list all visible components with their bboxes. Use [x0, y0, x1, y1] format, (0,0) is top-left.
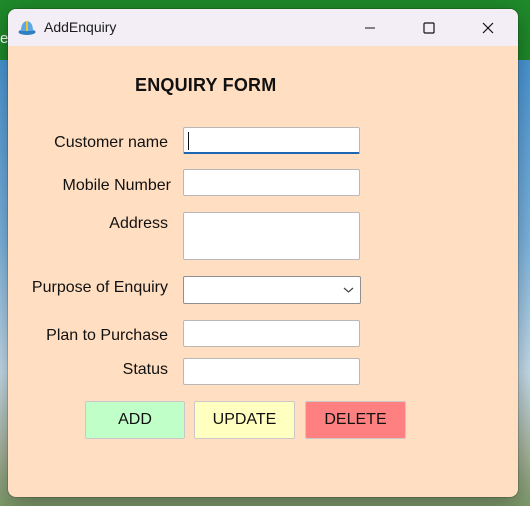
customer-name-input[interactable]: [183, 127, 360, 154]
app-hat-icon: [18, 18, 36, 36]
address-textarea[interactable]: [183, 212, 360, 260]
plan-to-purchase-label: Plan to Purchase: [46, 327, 168, 344]
close-button[interactable]: [465, 9, 511, 46]
mobile-number-label: Mobile Number: [62, 177, 171, 194]
purpose-dropdown[interactable]: [183, 276, 361, 304]
maximize-button[interactable]: [406, 9, 452, 46]
update-button[interactable]: UPDATE: [194, 401, 295, 439]
customer-name-label: Customer name: [54, 134, 168, 151]
purpose-label: Purpose of Enquiry: [31, 279, 168, 296]
title-bar[interactable]: AddEnquiry: [8, 9, 518, 46]
form-title: ENQUIRY FORM: [135, 75, 277, 95]
window-title: AddEnquiry: [44, 19, 117, 35]
delete-button[interactable]: DELETE: [305, 401, 406, 439]
plan-to-purchase-input[interactable]: [183, 320, 360, 347]
address-label: Address: [109, 215, 168, 232]
close-icon: [482, 22, 494, 33]
minimize-icon: [365, 27, 375, 28]
add-enquiry-window: AddEnquiry ENQUIRY FORM Customer name Mo…: [8, 9, 518, 497]
chevron-down-icon: [343, 287, 354, 293]
mobile-number-input[interactable]: [183, 169, 360, 196]
add-button[interactable]: ADD: [85, 401, 185, 439]
status-label: Status: [122, 361, 168, 378]
minimize-button[interactable]: [347, 9, 393, 46]
status-input[interactable]: [183, 358, 360, 385]
maximize-icon: [423, 21, 435, 34]
text-caret: [188, 132, 189, 150]
